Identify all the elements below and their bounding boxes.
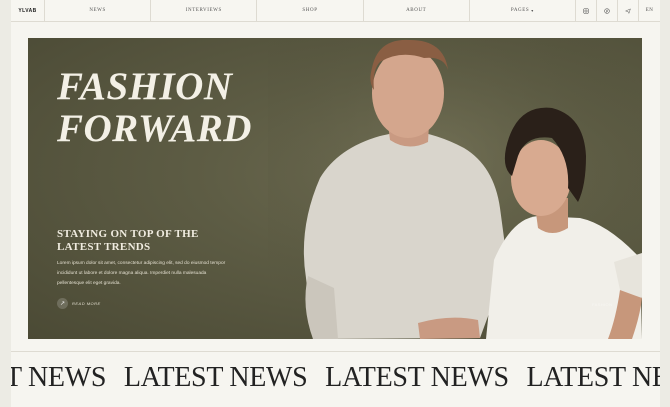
arrow-icon: ↗ xyxy=(57,298,68,309)
nav-item-interviews[interactable]: INTERVIEWS xyxy=(151,0,258,21)
hero-subtitle-line: STAYING ON TOP OF THE xyxy=(57,228,199,240)
page-margin-right xyxy=(660,0,670,407)
language-switch[interactable]: EN xyxy=(639,0,660,21)
hero-photo xyxy=(268,38,642,339)
news-ticker[interactable]: T NEWS LATEST NEWS LATEST NEWS LATEST NE… xyxy=(11,351,660,407)
hero-title: FASHION FORWARD xyxy=(57,66,252,150)
nav-label: ABOUT xyxy=(406,8,427,13)
instagram-icon[interactable] xyxy=(576,0,597,21)
ticker-track: T NEWS LATEST NEWS LATEST NEWS LATEST NE… xyxy=(11,362,660,394)
hero-watermark: FASHION xyxy=(592,302,613,307)
hero-title-line: FASHION xyxy=(57,65,233,108)
pinterest-icon[interactable] xyxy=(597,0,618,21)
nav-label: NEWS xyxy=(89,8,106,13)
send-icon[interactable] xyxy=(618,0,639,21)
top-navigation: YLVAB NEWS INTERVIEWS SHOP ABOUT PAGES ▾ … xyxy=(11,0,660,22)
hero-banner[interactable]: FASHION FORWARD STAYING ON TOP OF THE LA… xyxy=(28,38,642,339)
ticker-item: LATEST NEWS xyxy=(526,362,660,393)
nav-item-about[interactable]: ABOUT xyxy=(364,0,470,21)
site-logo[interactable]: YLVAB xyxy=(11,0,45,21)
nav-label: PAGES xyxy=(510,8,530,13)
hero-description: Lorem ipsum dolor sit amet, consectetur … xyxy=(57,261,226,286)
page-margin-left xyxy=(0,0,11,407)
language-label: EN xyxy=(645,8,654,13)
main-nav: NEWS INTERVIEWS SHOP ABOUT PAGES ▾ xyxy=(45,0,577,21)
nav-item-shop[interactable]: SHOP xyxy=(257,0,364,21)
hero-subtitle: STAYING ON TOP OF THE LATEST TRENDS xyxy=(57,228,227,254)
read-more-label: READ MORE xyxy=(72,301,101,306)
social-icons: EN xyxy=(576,0,660,21)
nav-label: INTERVIEWS xyxy=(185,8,222,13)
read-more-link[interactable]: ↗ READ MORE xyxy=(57,298,101,309)
page-content: FASHION FORWARD STAYING ON TOP OF THE LA… xyxy=(11,22,660,407)
hero-subtitle-line: LATEST TRENDS xyxy=(57,241,151,253)
nav-label: SHOP xyxy=(302,8,318,13)
nav-item-pages[interactable]: PAGES ▾ xyxy=(470,0,577,21)
ticker-item: LATEST NEWS xyxy=(123,362,308,393)
hero-title-line: FORWARD xyxy=(57,107,252,150)
chevron-down-icon: ▾ xyxy=(531,8,534,13)
ticker-item: T NEWS xyxy=(11,362,107,393)
ticker-item: LATEST NEWS xyxy=(325,362,509,393)
nav-item-news[interactable]: NEWS xyxy=(45,0,152,21)
